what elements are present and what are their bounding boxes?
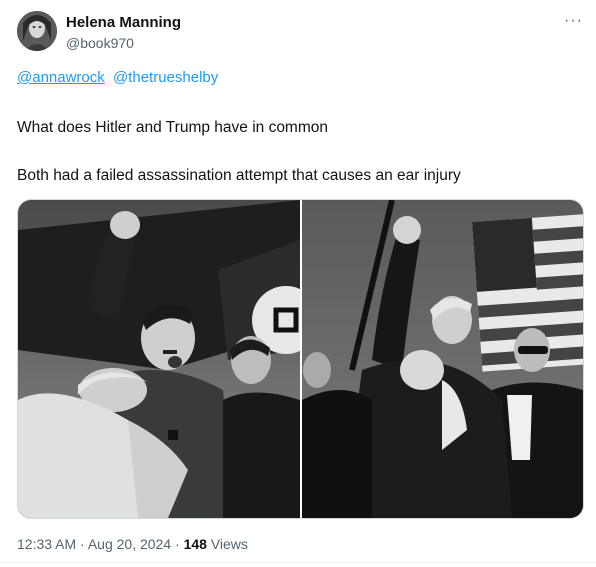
divider xyxy=(0,562,596,563)
views-label: Views xyxy=(206,536,248,552)
tweet-meta: 12:33 AM · Aug 20, 2024 · 148 Views xyxy=(17,536,248,552)
tweet-card: Helena Manning @book970 ··· @annawrock @… xyxy=(0,0,596,567)
reply-mentions: @annawrock @thetrueshelby xyxy=(17,69,222,86)
avatar[interactable] xyxy=(17,11,57,51)
tweet-date[interactable]: Aug 20, 2024 xyxy=(88,536,171,552)
more-options-icon[interactable]: ··· xyxy=(564,12,583,30)
tweet-time[interactable]: 12:33 AM xyxy=(17,536,76,552)
media-grid xyxy=(17,199,584,519)
meta-separator: · xyxy=(76,536,88,552)
mention-annawrock[interactable]: @annawrock xyxy=(17,69,105,86)
tweet-text-line-1: What does Hitler and Trump have in commo… xyxy=(17,119,328,136)
tweet-text-line-2: Both had a failed assassination attempt … xyxy=(17,167,461,184)
views-count: 148 xyxy=(183,536,207,552)
meta-separator: · xyxy=(171,536,184,552)
media-image-left[interactable] xyxy=(18,200,300,518)
author-name[interactable]: Helena Manning xyxy=(66,14,181,31)
author-handle[interactable]: @book970 xyxy=(66,35,134,51)
avatar-image xyxy=(17,11,57,51)
hitler-photo xyxy=(18,200,300,518)
mention-thetrueshelby[interactable]: @thetrueshelby xyxy=(113,69,218,86)
trump-photo xyxy=(302,200,583,518)
media-image-right[interactable] xyxy=(302,200,583,518)
